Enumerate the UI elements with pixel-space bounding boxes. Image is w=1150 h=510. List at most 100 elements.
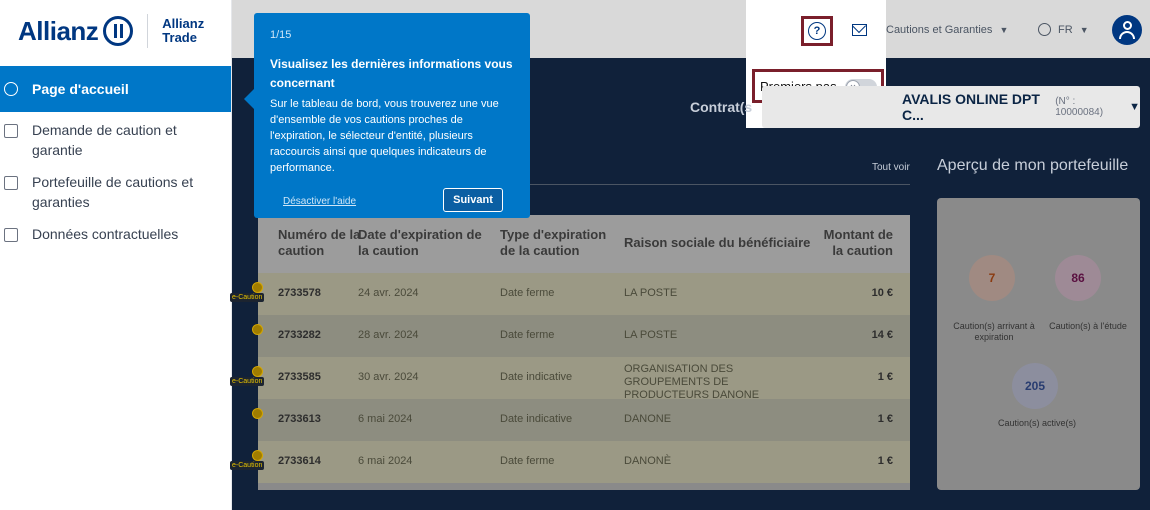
cell-amount: 1 € — [877, 413, 893, 425]
sidebar-item-label: Portefeuille de cautions et garanties — [32, 174, 194, 210]
portfolio-title: Aperçu de mon portefeuille — [937, 157, 1129, 174]
stat-label: Caution(s) arrivant à expiration — [953, 321, 1035, 342]
cell-type: Date indicative — [500, 413, 573, 425]
user-icon — [1122, 21, 1132, 30]
cell-number: 2733282 — [278, 329, 321, 341]
ecaution-coin-icon — [252, 408, 263, 419]
portfolio-card: 7 86 Caution(s) arrivant à expiration Ca… — [937, 198, 1140, 490]
ecaution-coin-icon — [252, 450, 263, 461]
globe-icon[interactable] — [1038, 23, 1051, 36]
column-header: Numéro de la caution — [278, 227, 361, 258]
cell-amount: 14 € — [871, 329, 893, 341]
cell-number: 2733585 — [278, 371, 321, 383]
contract-selected: AVALIS ONLINE DPT C... — [902, 91, 1040, 123]
column-header: Montant de la caution — [823, 227, 893, 258]
cell-date: 6 mai 2024 — [358, 413, 413, 425]
ecaution-badge: e-Caution — [230, 461, 265, 470]
user-icon-body — [1119, 31, 1135, 39]
stat-value: 205 — [1024, 379, 1046, 393]
contract-number: (N° : 10000084) — [1055, 96, 1104, 118]
table-row[interactable]: 2733578 24 avr. 2024 Date ferme LA POSTE 10 … — [258, 273, 910, 315]
column-header: Type d'expiration de la caution — [500, 227, 607, 258]
cell-date: 24 avr. 2024 — [358, 287, 419, 299]
document-icon — [4, 124, 18, 138]
ecaution-badge: e-Caution — [230, 293, 265, 302]
ecaution-coin-icon — [252, 366, 263, 377]
cell-date: 6 mai 2024 — [358, 455, 413, 467]
ecaution-badge: e-Caution — [230, 377, 265, 386]
home-icon — [4, 82, 18, 96]
ecaution-coin-icon — [252, 282, 263, 293]
cell-beneficiary: DANONÈ — [624, 455, 672, 467]
stat-expiring[interactable]: 7 — [969, 255, 1015, 301]
stat-value: 7 — [988, 271, 996, 285]
sidebar-item-portefeuille[interactable]: Portefeuille de cautions et garanties — [0, 164, 231, 216]
cell-beneficiary: DANONE — [624, 413, 672, 425]
stat-label: Caution(s) à l'étude — [1049, 321, 1127, 331]
sidebar-item-label: Page d'accueil — [32, 81, 129, 97]
ecaution-coin-icon — [252, 324, 263, 335]
cautions-menu-label: Cautions et Garanties — [886, 24, 993, 36]
folder-icon — [4, 176, 18, 190]
sidebar-item-donnees[interactable]: Données contractuelles — [0, 216, 231, 252]
cell-type: Date ferme — [500, 455, 555, 467]
sidebar-nav: Page d'accueil Demande de caution et gar… — [0, 66, 231, 252]
cell-beneficiary: ORGANISATION DES GROUPEMENTS DE PRODUCTE… — [624, 363, 760, 401]
brand-name: Allianz — [18, 15, 99, 46]
table-row[interactable]: 2733282 28 avr. 2024 Date ferme LA POSTE 14 … — [258, 315, 910, 357]
stat-active[interactable]: 205 — [1012, 363, 1058, 409]
cautions-menu[interactable]: Cautions et Garanties ▼ — [886, 24, 1008, 36]
brand-sub-line1: Allianz — [162, 16, 205, 31]
cell-type: Date indicative — [500, 371, 573, 383]
cell-amount: 10 € — [871, 287, 893, 299]
sidebar-item-label: Demande de caution et garantie — [32, 122, 177, 158]
column-header: Raison sociale du bénéficiaire — [624, 235, 811, 250]
cell-number: 2733578 — [278, 287, 321, 299]
language-select[interactable]: FR ▼ — [1058, 24, 1089, 36]
language-label: FR — [1058, 24, 1073, 36]
column-header: Date d'expiration de la caution — [358, 227, 482, 258]
sidebar: Allianz Allianz Trade Page d'accueil Dem… — [0, 0, 232, 510]
user-avatar[interactable] — [1112, 15, 1142, 45]
mail-icon[interactable] — [852, 24, 867, 36]
chevron-down-icon: ▼ — [999, 25, 1009, 35]
stat-value: 86 — [1071, 271, 1085, 285]
chevron-down-icon: ▼ — [1079, 25, 1089, 35]
cell-number: 2733614 — [278, 455, 321, 467]
tooltip-body: Sur le tableau de bord, vous trouverez u… — [270, 98, 499, 174]
brand[interactable]: Allianz Allianz Trade — [18, 14, 204, 48]
stat-study[interactable]: 86 — [1055, 255, 1101, 301]
tooltip-step: 1/15 — [270, 29, 292, 41]
brand-sub: Allianz Trade — [162, 17, 204, 45]
sidebar-item-demande[interactable]: Demande de caution et garantie — [0, 112, 231, 164]
table-row[interactable]: 2733614 6 mai 2024 Date ferme DANONÈ 1 € — [258, 441, 910, 483]
brand-divider — [147, 14, 149, 48]
table-row[interactable]: 2733585 30 avr. 2024 Date indicative ORGANI… — [258, 357, 910, 401]
contract-label: Contrat(s — [690, 99, 753, 115]
help-button[interactable]: ? — [801, 16, 833, 46]
cell-beneficiary: LA POSTE — [624, 329, 678, 341]
table-row[interactable]: 2733613 6 mai 2024 Date indicative DANONE 1 … — [258, 399, 910, 441]
sidebar-item-label: Données contractuelles — [32, 226, 179, 242]
cell-number: 2733613 — [278, 413, 321, 425]
disable-help-link[interactable]: Désactiver l'aide — [283, 196, 356, 207]
cell-type: Date ferme — [500, 329, 555, 341]
table-header: Numéro de la caution Date d'expiration d… — [258, 215, 910, 273]
contract-icon — [4, 228, 18, 242]
cell-type: Date ferme — [500, 287, 555, 299]
tooltip-title: Visualisez les dernières informations vo… — [270, 57, 513, 90]
chevron-down-icon: ▼ — [1129, 101, 1140, 113]
stat-label: Caution(s) active(s) — [997, 418, 1077, 428]
brand-sub-line2: Trade — [162, 30, 197, 45]
cell-date: 30 avr. 2024 — [358, 371, 419, 383]
allianz-logo-icon — [103, 16, 134, 46]
cell-date: 28 avr. 2024 — [358, 329, 419, 341]
cell-amount: 1 € — [877, 455, 893, 467]
sidebar-item-home[interactable]: Page d'accueil — [0, 66, 231, 112]
cell-amount: 1 € — [877, 371, 893, 383]
cell-beneficiary: LA POSTE — [624, 287, 678, 299]
tout-voir-link[interactable]: Tout voir — [872, 162, 910, 173]
next-button[interactable]: Suivant — [443, 188, 503, 212]
contract-select[interactable]: AVALIS ONLINE DPT C... (N° : 10000084) ▼ — [762, 86, 1140, 128]
help-icon: ? — [808, 22, 826, 40]
